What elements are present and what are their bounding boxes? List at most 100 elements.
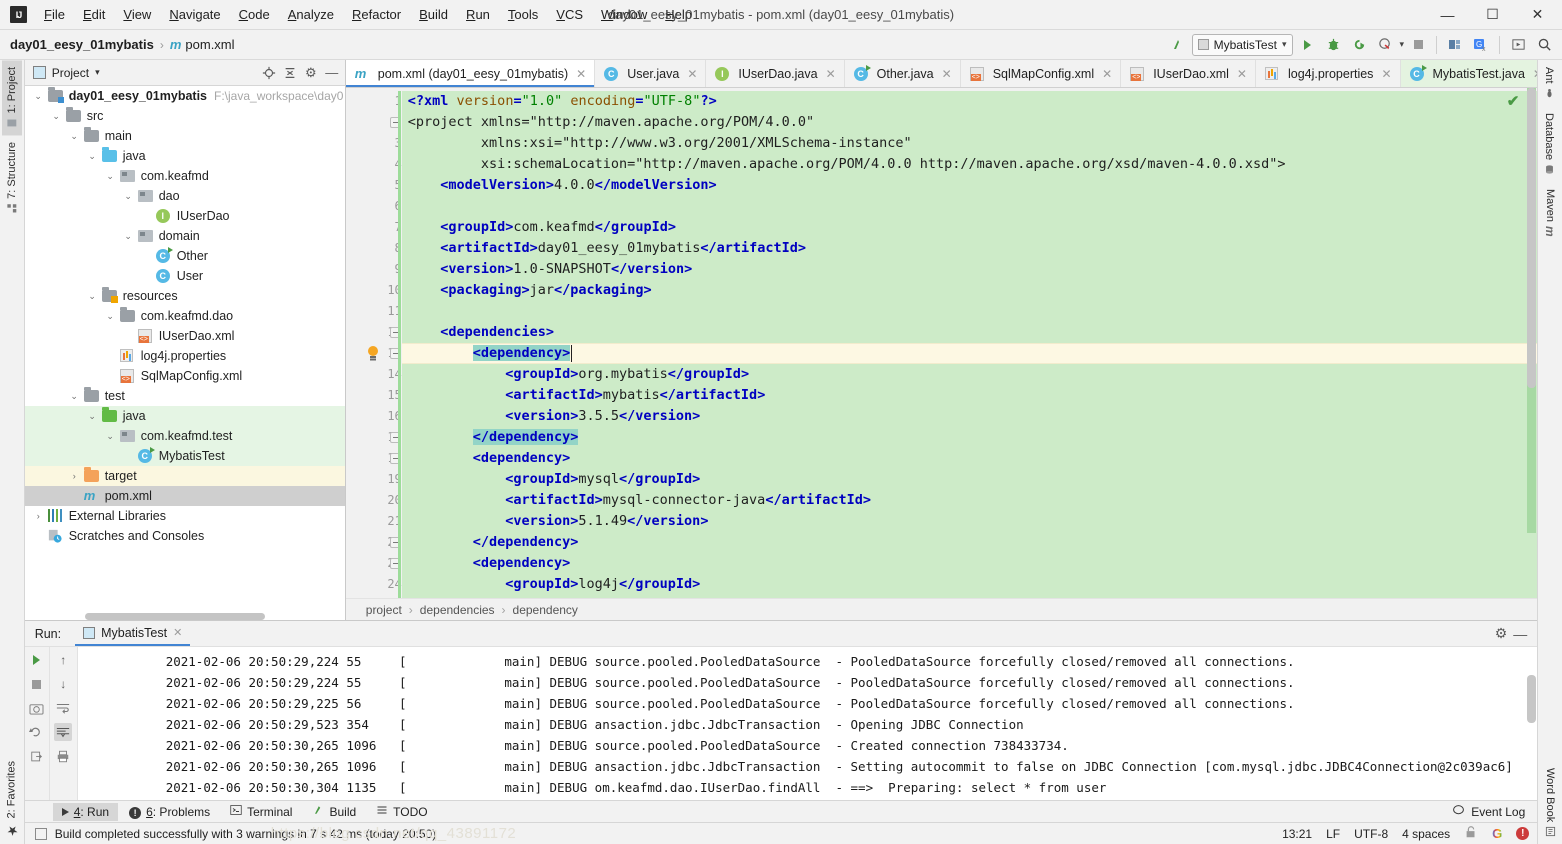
tool-window-6-problems[interactable]: ! 6: Problems bbox=[120, 803, 219, 821]
file-encoding[interactable]: UTF-8 bbox=[1354, 827, 1388, 841]
menu-item-tools[interactable]: Tools bbox=[499, 3, 547, 26]
tree-node-day01-eesy-01mybatis[interactable]: ⌄ day01_eesy_01mybatis F:\java_workspace\d… bbox=[25, 86, 345, 106]
scroll-up-icon[interactable]: ↑ bbox=[54, 651, 72, 669]
code-line[interactable]: <dependency> bbox=[402, 448, 1538, 469]
editor-tab-log4j.properties[interactable]: log4j.properties ✕ bbox=[1256, 60, 1401, 87]
project-structure-icon[interactable] bbox=[1443, 34, 1467, 56]
stop-icon[interactable] bbox=[28, 675, 46, 693]
gear-icon[interactable]: ⚙ bbox=[1495, 625, 1508, 642]
tree-node-other[interactable]: C Other bbox=[25, 246, 345, 266]
chevron-down-icon[interactable]: ⌄ bbox=[33, 91, 44, 102]
update-project-icon[interactable] bbox=[1166, 34, 1190, 56]
rail-item-database[interactable]: Database bbox=[1539, 106, 1559, 182]
code-line[interactable] bbox=[402, 196, 1538, 217]
close-icon[interactable]: ✕ bbox=[1381, 67, 1391, 81]
tree-node-mybatistest[interactable]: C MybatisTest bbox=[24, 446, 345, 466]
project-horizontal-scrollbar[interactable] bbox=[84, 613, 265, 620]
tree-node-scratches-and-consoles[interactable]: Scratches and Consoles bbox=[25, 526, 345, 546]
editor-tab-other.java[interactable]: C Other.java ✕ bbox=[845, 60, 961, 87]
menu-item-edit[interactable]: Edit bbox=[74, 3, 114, 26]
soft-wrap-icon[interactable] bbox=[54, 699, 72, 717]
translate-icon[interactable]: Gx bbox=[1469, 34, 1493, 56]
tree-node-java[interactable]: ⌄ java bbox=[25, 146, 345, 166]
code-line[interactable]: <version>5.1.49</version> bbox=[402, 511, 1538, 532]
debug-button[interactable] bbox=[1321, 34, 1345, 56]
print-icon[interactable] bbox=[54, 747, 72, 765]
tree-node-com.keafmd[interactable]: ⌄ com.keafmd bbox=[25, 166, 345, 186]
code-line[interactable]: <modelVersion>4.0.0</modelVersion> bbox=[402, 175, 1538, 196]
intention-bulb-icon[interactable] bbox=[366, 346, 380, 360]
chevron-down-icon[interactable]: ⌄ bbox=[87, 411, 98, 422]
run-with-coverage-button[interactable] bbox=[1347, 34, 1371, 56]
rail-item-1-project[interactable]: 1: Project bbox=[1, 60, 22, 136]
close-icon[interactable]: ✕ bbox=[576, 67, 586, 81]
code-line[interactable]: <packaging>jar</packaging> bbox=[402, 280, 1538, 301]
project-tree[interactable]: ⌄ day01_eesy_01mybatis F:\java_workspace\d… bbox=[24, 86, 345, 620]
scroll-to-end-icon[interactable] bbox=[54, 723, 73, 741]
tree-node-pom.xml[interactable]: m pom.xml bbox=[24, 486, 345, 506]
code-line[interactable]: <version>3.5.5</version> bbox=[402, 406, 1538, 427]
tree-node-log4j.properties[interactable]: log4j.properties bbox=[25, 346, 345, 366]
rail-item-7-structure[interactable]: 7: Structure bbox=[2, 135, 22, 221]
code-line[interactable]: <version>1.0-SNAPSHOT</version> bbox=[402, 259, 1538, 280]
code-line[interactable]: <project xmlns="http://maven.apache.org/… bbox=[402, 112, 1538, 133]
indent-setting[interactable]: 4 spaces bbox=[1402, 827, 1450, 841]
tree-node-sqlmapconfig.xml[interactable]: SqlMapConfig.xml bbox=[25, 366, 345, 386]
editor-tab-pom.xml[interactable]: m pom.xml (day01_eesy_01mybatis) ✕ bbox=[345, 60, 596, 87]
gear-icon[interactable]: ⚙ bbox=[302, 64, 320, 82]
tree-node-user[interactable]: C User bbox=[25, 266, 345, 286]
close-icon[interactable]: ✕ bbox=[1237, 67, 1247, 81]
code-line[interactable]: <groupId>log4j</groupId> bbox=[402, 574, 1538, 595]
editor-breadcrumb-project[interactable]: project bbox=[366, 603, 402, 617]
menu-item-build[interactable]: Build bbox=[410, 3, 457, 26]
tree-node-resources[interactable]: ⌄ resources bbox=[25, 286, 345, 306]
camera-icon[interactable] bbox=[28, 699, 46, 717]
google-icon[interactable]: G bbox=[1492, 826, 1502, 841]
hide-icon[interactable]: — bbox=[1513, 626, 1527, 642]
tree-node-dao[interactable]: ⌄ dao bbox=[25, 186, 345, 206]
close-icon[interactable]: ✕ bbox=[826, 67, 836, 81]
tree-node-domain[interactable]: ⌄ domain bbox=[25, 226, 345, 246]
rerun-failed-tests-icon[interactable] bbox=[28, 723, 46, 741]
tree-node-target[interactable]: › target bbox=[24, 466, 345, 486]
tree-node-java[interactable]: ⌄ java bbox=[24, 406, 345, 426]
export-icon[interactable] bbox=[28, 747, 46, 765]
tool-window-build[interactable]: Build bbox=[303, 802, 365, 821]
close-icon[interactable]: ✕ bbox=[1102, 67, 1112, 81]
menu-item-vcs[interactable]: VCS bbox=[547, 3, 592, 26]
unlock-icon[interactable] bbox=[1464, 825, 1478, 842]
breadcrumb-file[interactable]: pom.xml bbox=[185, 37, 234, 52]
menu-item-window[interactable]: Window bbox=[592, 3, 656, 26]
console-scrollbar[interactable] bbox=[1525, 647, 1537, 800]
chevron-down-icon[interactable]: ⌄ bbox=[69, 131, 80, 142]
chevron-down-icon[interactable]: ⌄ bbox=[87, 151, 98, 162]
error-icon[interactable]: ! bbox=[1516, 827, 1530, 840]
stop-button[interactable] bbox=[1406, 34, 1430, 56]
code-line[interactable] bbox=[402, 301, 1538, 322]
run-tab-mybatistest[interactable]: MybatisTest ✕ bbox=[75, 621, 191, 646]
inspection-ok-icon[interactable]: ✔ bbox=[1507, 92, 1520, 110]
tree-node-external-libraries[interactable]: › External Libraries bbox=[25, 506, 345, 526]
editor-breadcrumbs[interactable]: project › dependencies › dependency bbox=[345, 598, 1538, 620]
menu-item-help[interactable]: Help bbox=[656, 3, 701, 26]
tree-node-com.keafmd.test[interactable]: ⌄ com.keafmd.test bbox=[24, 426, 345, 446]
code-line[interactable]: <artifactId>mysql-connector-java</artifa… bbox=[402, 490, 1538, 511]
code-line[interactable]: <artifactId>mybatis</artifactId> bbox=[402, 385, 1538, 406]
code-editor[interactable]: 123456789101112131415161718192021222324 … bbox=[345, 88, 1538, 598]
code-line[interactable]: <artifactId>day01_eesy_01mybatis</artifa… bbox=[402, 238, 1538, 259]
chevron-right-icon[interactable]: › bbox=[33, 511, 44, 521]
tree-node-iuserdao[interactable]: I IUserDao bbox=[25, 206, 345, 226]
editor-tab-iuserdao.xml[interactable]: IUserDao.xml ✕ bbox=[1121, 60, 1256, 87]
rail-item-word-book[interactable]: Word Book bbox=[1540, 761, 1560, 844]
tree-node-iuserdao.xml[interactable]: IUserDao.xml bbox=[25, 326, 345, 346]
tree-node-src[interactable]: ⌄ src bbox=[25, 106, 345, 126]
editor-tab-user.java[interactable]: C User.java ✕ bbox=[595, 60, 707, 87]
code-line[interactable]: <groupId>com.keafmd</groupId> bbox=[402, 217, 1538, 238]
chevron-down-icon[interactable]: ▾ bbox=[95, 67, 100, 78]
rail-item-2-favorites[interactable]: ★ 2: Favorites bbox=[0, 754, 23, 844]
tree-node-main[interactable]: ⌄ main bbox=[25, 126, 345, 146]
chevron-down-icon[interactable]: ⌄ bbox=[51, 111, 62, 122]
menu-item-navigate[interactable]: Navigate bbox=[160, 3, 229, 26]
chevron-down-icon[interactable]: ⌄ bbox=[87, 291, 98, 302]
close-icon[interactable]: ✕ bbox=[173, 626, 182, 639]
